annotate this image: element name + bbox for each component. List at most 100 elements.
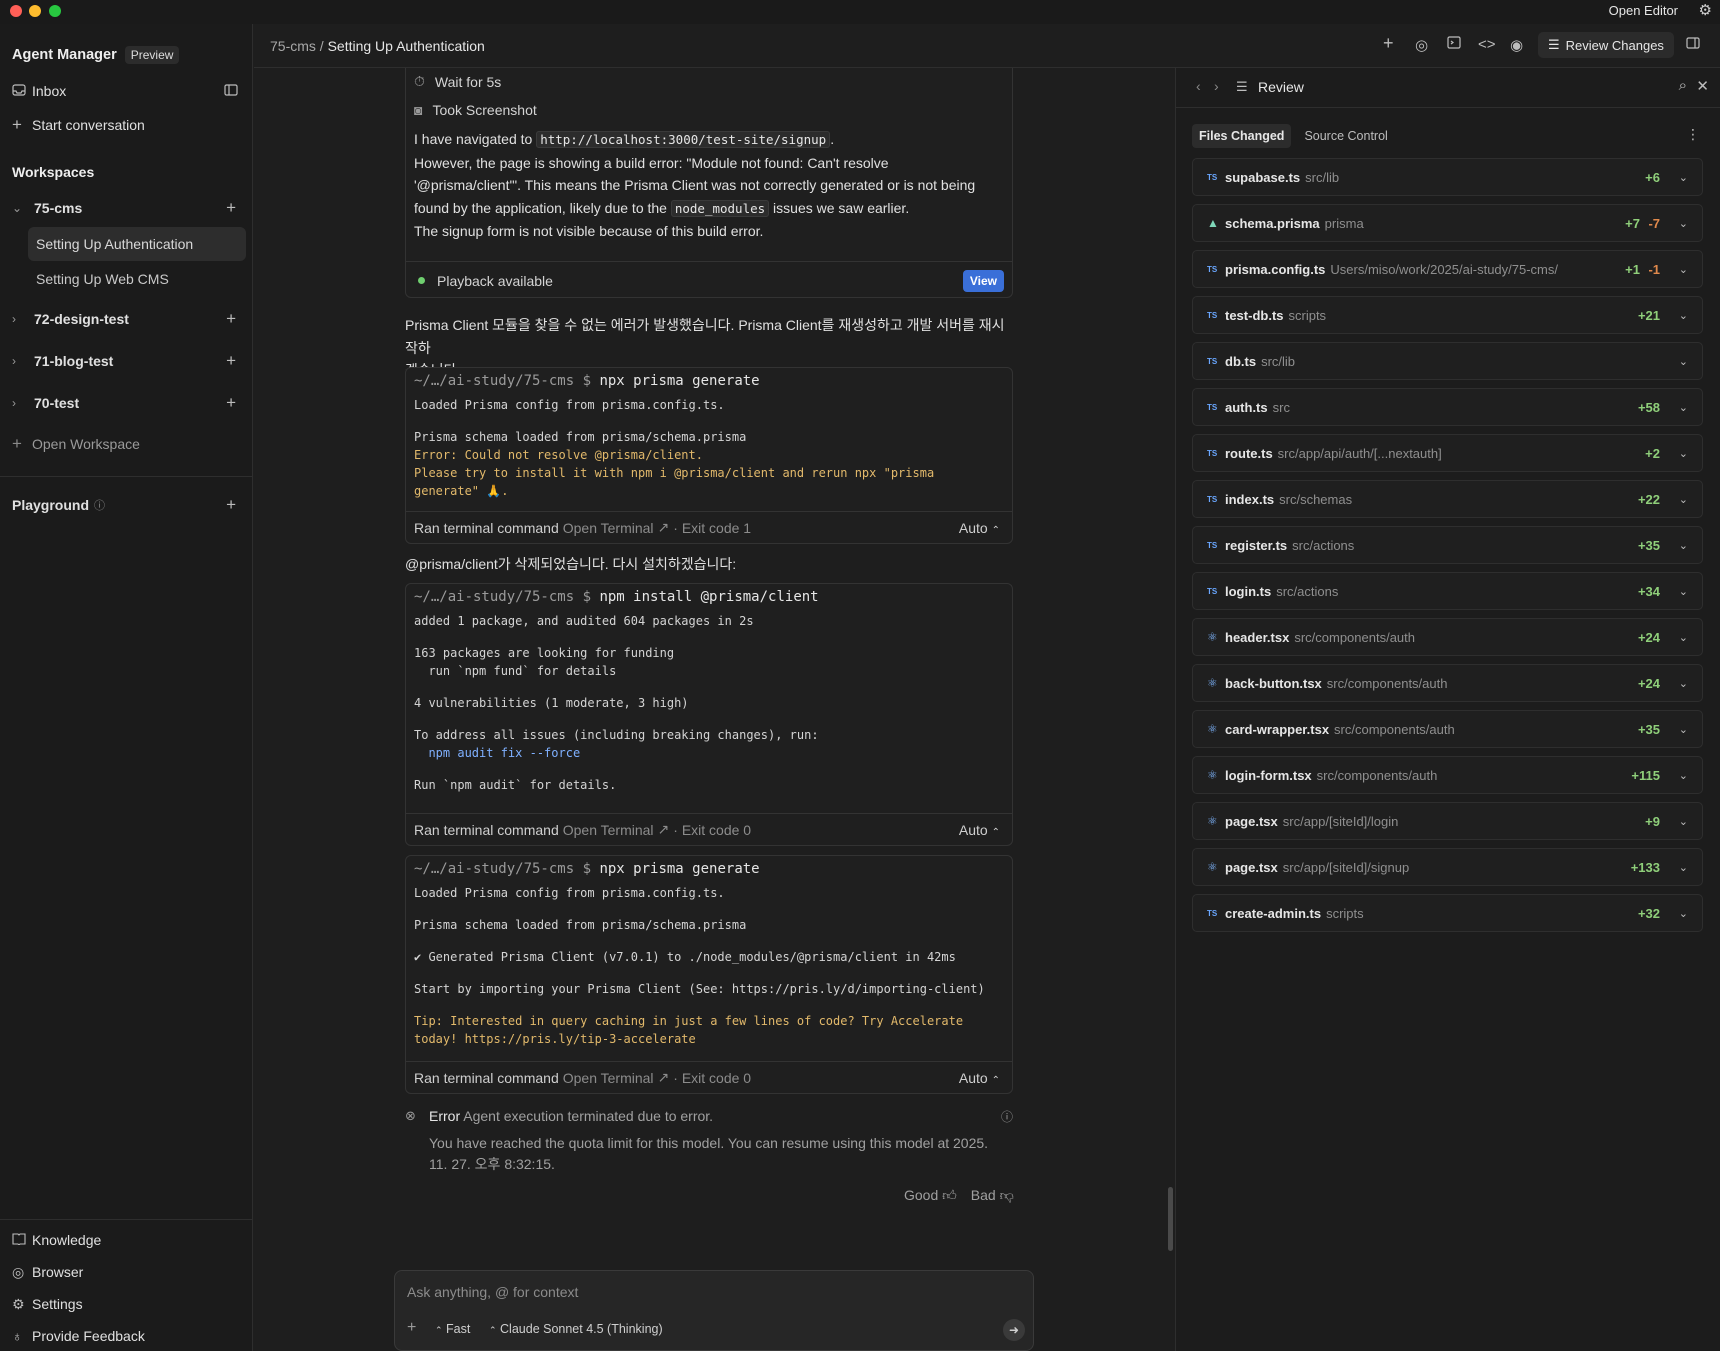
- workspace-75-cms[interactable]: ⌄ 75-cms +: [12, 193, 242, 223]
- workspaces-heading-label: Workspaces: [12, 164, 95, 180]
- changed-file-row[interactable]: TS route.ts src/app/api/auth/[...nextauth]…: [1192, 434, 1703, 472]
- changed-file-row[interactable]: ▲ schema.prisma prisma +7 -7 ⌄: [1192, 204, 1703, 242]
- chat-scrollbar[interactable]: [1168, 1187, 1173, 1251]
- auto-toggle[interactable]: Auto ⌃: [959, 822, 1000, 838]
- zoom-window-button[interactable]: [49, 5, 61, 17]
- changed-file-row[interactable]: TS test-db.ts scripts +21 ⌄: [1192, 296, 1703, 334]
- minimize-window-button[interactable]: [29, 5, 41, 17]
- more-options-icon[interactable]: ⋮: [1686, 126, 1700, 143]
- external-link-icon[interactable]: ↗: [658, 519, 670, 536]
- chevron-down-icon[interactable]: ⌄: [1679, 263, 1688, 276]
- settings-item[interactable]: ⚙ Settings: [12, 1289, 242, 1319]
- chevron-down-icon[interactable]: ⌄: [1679, 171, 1688, 184]
- tab-files-changed[interactable]: Files Changed: [1192, 124, 1292, 148]
- tab-source-control[interactable]: Source Control: [1297, 124, 1394, 148]
- open-workspace-item[interactable]: + Open Workspace: [12, 429, 242, 459]
- chevron-down-icon[interactable]: ⌄: [12, 201, 34, 215]
- add-conversation-icon[interactable]: +: [226, 309, 236, 329]
- close-window-button[interactable]: [10, 5, 22, 17]
- eye-icon[interactable]: ◉: [1510, 36, 1523, 54]
- changed-file-row[interactable]: ⚛ page.tsx src/app/[siteId]/login +9 ⌄: [1192, 802, 1703, 840]
- browser-item[interactable]: ◎ Browser: [12, 1257, 242, 1287]
- search-icon[interactable]: ⌕: [1679, 77, 1687, 94]
- chevron-down-icon[interactable]: ⌄: [1679, 631, 1688, 644]
- workspace-72-design-test[interactable]: › 72-design-test +: [12, 304, 242, 334]
- changed-file-row[interactable]: TS db.ts src/lib ⌄: [1192, 342, 1703, 380]
- changed-file-row[interactable]: TS create-admin.ts scripts +32 ⌄: [1192, 894, 1703, 932]
- chevron-right-icon[interactable]: ›: [12, 354, 34, 368]
- back-arrow-icon[interactable]: ‹: [1196, 78, 1201, 94]
- chevron-down-icon[interactable]: ⌄: [1679, 815, 1688, 828]
- open-terminal-link[interactable]: Open Terminal: [563, 1070, 654, 1086]
- send-button[interactable]: ➜: [1003, 1319, 1025, 1341]
- chevron-down-icon[interactable]: ⌄: [1679, 769, 1688, 782]
- book-icon: [12, 1232, 32, 1248]
- changed-file-row[interactable]: ⚛ login-form.tsx src/components/auth +115 ⌄: [1192, 756, 1703, 794]
- add-conversation-icon[interactable]: +: [226, 351, 236, 371]
- breadcrumb-project[interactable]: 75-cms: [270, 38, 316, 54]
- chevron-down-icon[interactable]: ⌄: [1679, 447, 1688, 460]
- changed-file-row[interactable]: TS supabase.ts src/lib +6 ⌄: [1192, 158, 1703, 196]
- chat-input[interactable]: Ask anything, @ for context: [407, 1284, 578, 1300]
- external-link-icon[interactable]: ↗: [658, 1069, 670, 1086]
- chrome-icon[interactable]: ◎: [1415, 36, 1428, 54]
- auto-toggle[interactable]: Auto ⌃: [959, 1070, 1000, 1086]
- add-conversation-icon[interactable]: +: [226, 393, 236, 413]
- add-context-icon[interactable]: +: [407, 1319, 416, 1337]
- start-conversation-item[interactable]: + Start conversation: [12, 110, 242, 140]
- chevron-down-icon[interactable]: ⌄: [1679, 907, 1688, 920]
- changed-file-row[interactable]: ⚛ card-wrapper.tsx src/components/auth +35 ⌄: [1192, 710, 1703, 748]
- code-icon[interactable]: <>: [1478, 36, 1496, 53]
- chevron-down-icon[interactable]: ⌄: [1679, 217, 1688, 230]
- chevron-right-icon[interactable]: ›: [12, 312, 34, 326]
- open-editor-button[interactable]: Open Editor: [1609, 3, 1678, 18]
- chevron-down-icon[interactable]: ⌄: [1679, 585, 1688, 598]
- view-button[interactable]: View: [962, 269, 1004, 292]
- chevron-down-icon[interactable]: ⌄: [1679, 861, 1688, 874]
- changed-file-row[interactable]: ⚛ back-button.tsx src/components/auth +24 ⌄: [1192, 664, 1703, 702]
- good-button[interactable]: Good 👍︎: [904, 1187, 957, 1204]
- changed-file-row[interactable]: TS index.ts src/schemas +22 ⌄: [1192, 480, 1703, 518]
- chevron-down-icon[interactable]: ⌄: [1679, 355, 1688, 368]
- model-selector[interactable]: ⌃ Claude Sonnet 4.5 (Thinking): [489, 1322, 663, 1336]
- add-icon[interactable]: +: [1383, 33, 1394, 54]
- assistant-message: @prisma/client가 삭제되었습니다. 다시 설치하겠습니다:: [405, 553, 1013, 576]
- review-changes-button[interactable]: ☰ Review Changes: [1538, 32, 1674, 58]
- forward-arrow-icon[interactable]: ›: [1214, 78, 1219, 94]
- knowledge-item[interactable]: Knowledge: [12, 1225, 242, 1255]
- chevron-down-icon[interactable]: ⌄: [1679, 539, 1688, 552]
- conversation-setting-up-web-cms[interactable]: Setting Up Web CMS: [28, 262, 246, 296]
- add-conversation-icon[interactable]: +: [226, 198, 236, 218]
- open-terminal-link[interactable]: Open Terminal: [563, 822, 654, 838]
- changed-file-row[interactable]: ⚛ page.tsx src/app/[siteId]/signup +133 ⌄: [1192, 848, 1703, 886]
- open-terminal-link[interactable]: Open Terminal: [563, 520, 654, 536]
- close-icon[interactable]: ✕: [1696, 77, 1709, 95]
- changed-file-row[interactable]: TS register.ts src/actions +35 ⌄: [1192, 526, 1703, 564]
- changed-file-row[interactable]: TS auth.ts src +58 ⌄: [1192, 388, 1703, 426]
- conversation-setting-up-authentication[interactable]: Setting Up Authentication: [28, 227, 246, 261]
- changed-file-row[interactable]: TS login.ts src/actions +34 ⌄: [1192, 572, 1703, 610]
- external-link-icon[interactable]: ↗: [658, 821, 670, 838]
- panel-toggle-icon[interactable]: [1686, 36, 1700, 53]
- toggle-sidebar-icon[interactable]: [224, 83, 238, 99]
- chevron-down-icon[interactable]: ⌄: [1679, 309, 1688, 322]
- changed-file-row[interactable]: TS prisma.config.ts Users/miso/work/2025/a…: [1192, 250, 1703, 288]
- chevron-down-icon[interactable]: ⌄: [1679, 401, 1688, 414]
- info-icon[interactable]: ⓘ: [1001, 1108, 1013, 1125]
- auto-toggle[interactable]: Auto ⌃: [959, 520, 1000, 536]
- gear-icon[interactable]: ⚙: [1699, 1, 1712, 19]
- terminal-icon[interactable]: [1447, 36, 1461, 53]
- chevron-right-icon[interactable]: ›: [12, 396, 34, 410]
- bad-button[interactable]: Bad 👎︎: [971, 1187, 1014, 1204]
- provide-feedback-item[interactable]: ♁ Provide Feedback: [12, 1321, 242, 1351]
- workspace-70-test[interactable]: › 70-test +: [12, 388, 242, 418]
- inbox-item[interactable]: Inbox: [12, 76, 242, 106]
- workspace-71-blog-test[interactable]: › 71-blog-test +: [12, 346, 242, 376]
- changed-file-row[interactable]: ⚛ header.tsx src/components/auth +24 ⌄: [1192, 618, 1703, 656]
- playground-item[interactable]: Playground ⓘ +: [12, 490, 242, 520]
- mode-selector[interactable]: ⌃ Fast: [435, 1322, 470, 1336]
- chevron-down-icon[interactable]: ⌄: [1679, 677, 1688, 690]
- add-playground-icon[interactable]: +: [226, 495, 236, 515]
- chevron-down-icon[interactable]: ⌄: [1679, 723, 1688, 736]
- chevron-down-icon[interactable]: ⌄: [1679, 493, 1688, 506]
